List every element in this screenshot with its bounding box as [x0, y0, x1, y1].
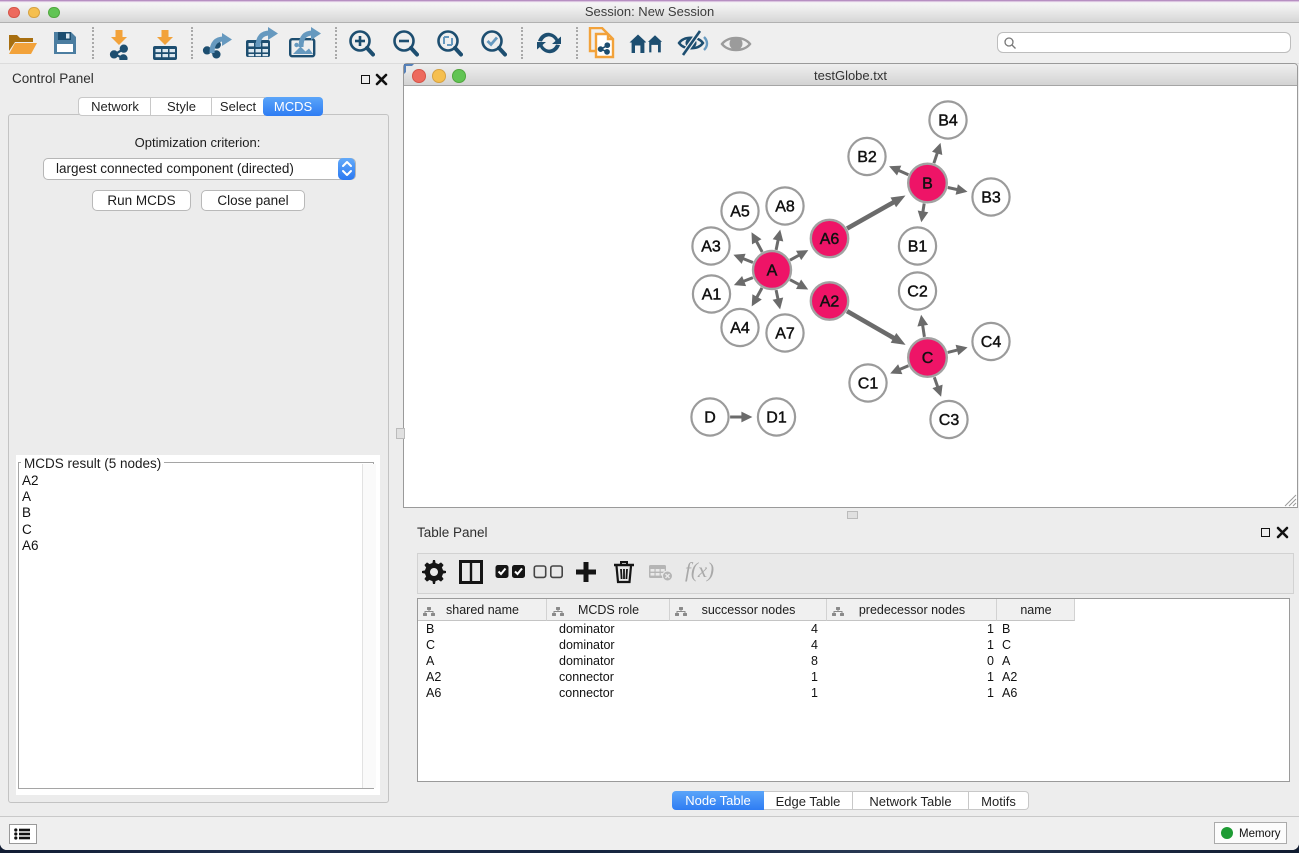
- svg-text:D1: D1: [766, 410, 787, 427]
- svg-text:A1: A1: [702, 287, 722, 304]
- svg-text:C1: C1: [858, 376, 879, 393]
- svg-text:A6: A6: [820, 231, 840, 248]
- svg-text:B3: B3: [981, 190, 1001, 207]
- svg-text:A8: A8: [775, 199, 795, 216]
- svg-text:A3: A3: [701, 239, 721, 256]
- svg-text:C: C: [922, 350, 934, 367]
- svg-text:B4: B4: [938, 113, 958, 130]
- svg-text:A4: A4: [730, 320, 750, 337]
- svg-text:A: A: [767, 263, 778, 280]
- svg-text:A7: A7: [775, 326, 795, 343]
- svg-text:A2: A2: [820, 294, 840, 311]
- svg-text:B2: B2: [857, 149, 877, 166]
- svg-text:C3: C3: [939, 412, 960, 429]
- svg-text:D: D: [704, 410, 716, 427]
- svg-text:C4: C4: [981, 334, 1002, 351]
- svg-text:C2: C2: [907, 284, 928, 301]
- svg-text:B1: B1: [908, 239, 928, 256]
- svg-text:A5: A5: [730, 204, 750, 221]
- svg-text:B: B: [922, 176, 933, 193]
